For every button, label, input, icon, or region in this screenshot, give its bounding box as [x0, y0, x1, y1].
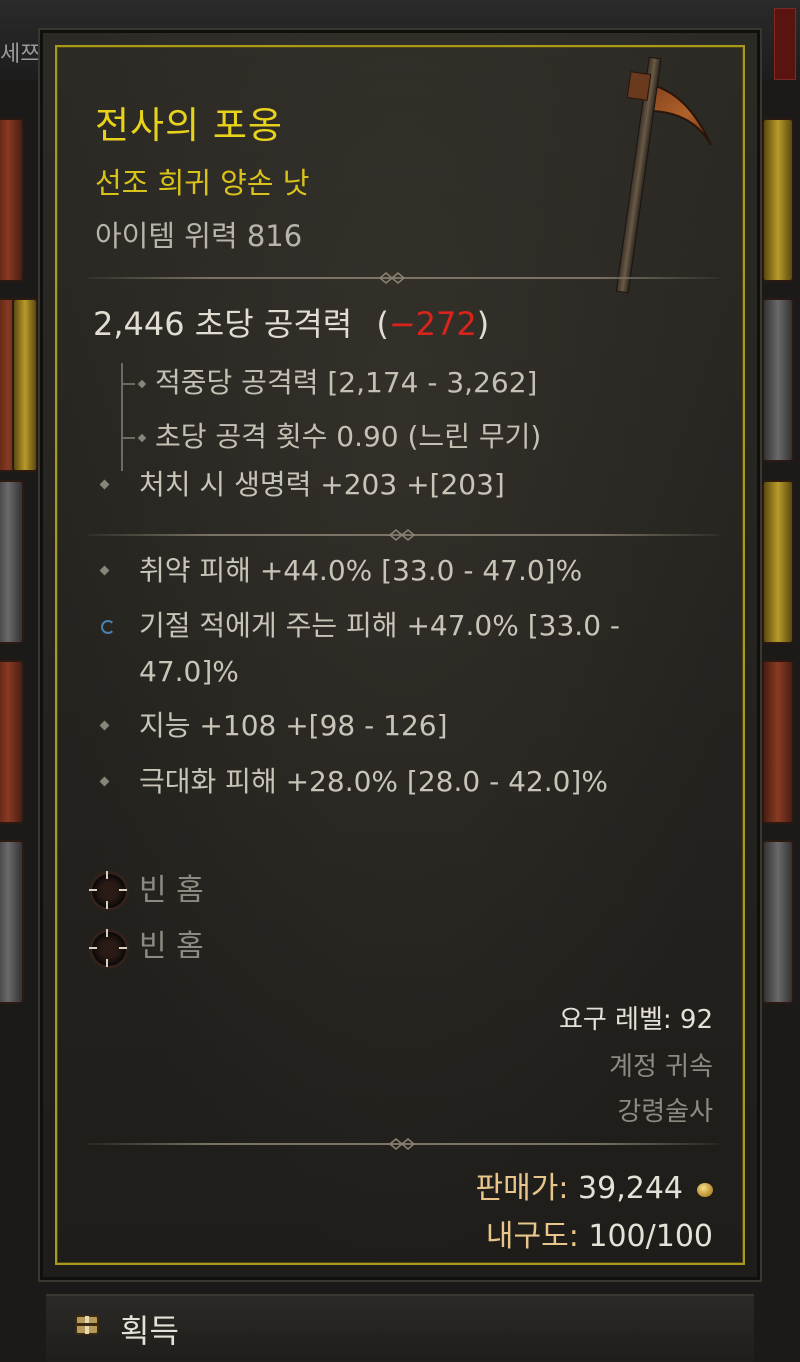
inventory-slot[interactable]	[0, 118, 24, 282]
divider-ornament-icon	[378, 272, 406, 284]
empty-socket-icon	[89, 871, 129, 911]
durability-label: 내구도:	[485, 1219, 579, 1254]
inventory-slot[interactable]	[762, 298, 794, 462]
inventory-slot[interactable]	[12, 298, 38, 472]
required-level: 요구 레벨: 92	[558, 1005, 713, 1035]
inventory-slot[interactable]	[0, 840, 24, 1004]
dps-value: 2,446 초당 공격력	[93, 305, 353, 343]
diamond-bullet-icon	[99, 565, 110, 576]
sub-stat-damage-per-hit: 적중당 공격력 [2,174 - 3,262]	[121, 361, 537, 401]
inventory-slot[interactable]	[0, 660, 24, 824]
affix-stunned-damage: 기절 적에게 주는 피해 +47.0% [33.0 - 47.0]%	[101, 603, 641, 695]
class-requirement: 강령술사	[617, 1097, 713, 1127]
diamond-bullet-icon	[99, 479, 110, 490]
inventory-slot[interactable]	[762, 660, 794, 824]
empty-socket-icon	[89, 929, 129, 969]
implicit-stat: 처치 시 생명력 +203 +[203]	[99, 462, 701, 508]
scythe-icon	[615, 56, 712, 293]
diamond-bullet-icon	[137, 433, 147, 443]
dps-paren-open: (	[376, 305, 389, 343]
acquisition-label: 획득	[120, 1312, 179, 1350]
inventory-slot[interactable]	[0, 480, 24, 644]
sub-stat-attacks-per-second: 초당 공격 횟수 0.90 (느린 무기)	[121, 415, 541, 455]
dps-delta: −272	[388, 305, 477, 343]
reroll-icon	[101, 620, 115, 634]
item-name: 전사의 포옹	[95, 104, 283, 147]
section-divider	[87, 271, 719, 285]
inventory-slot[interactable]	[762, 118, 794, 282]
sell-price-value: 39,244	[578, 1171, 683, 1206]
acquisition-bar[interactable]: 획득	[46, 1294, 754, 1362]
durability-value: 100/100	[588, 1219, 713, 1254]
section-divider	[87, 1137, 719, 1151]
affix-vulnerable-damage: 취약 피해 +44.0% [33.0 - 47.0]%	[99, 548, 701, 594]
side-tab[interactable]	[774, 8, 796, 80]
sell-price: 판매가: 39,244	[476, 1163, 713, 1207]
socket-label: 빈 홈	[139, 929, 204, 964]
dps-paren-close: )	[476, 305, 490, 343]
account-bound: 계정 귀속	[609, 1052, 713, 1082]
diamond-bullet-icon	[99, 720, 110, 731]
affix-critical-damage: 극대화 피해 +28.0% [28.0 - 42.0]%	[99, 759, 621, 805]
inventory-slot[interactable]	[762, 480, 794, 644]
item-type: 선조 희귀 양손 낫	[95, 166, 310, 200]
item-tooltip: 전사의 포옹 선조 희귀 양손 낫 아이템 위력 816 2,446 초당 공격…	[38, 28, 762, 1282]
inventory-title-fragment: 세쯔	[0, 42, 41, 67]
dps-line: 2,446 초당 공격력 (−272)	[93, 299, 489, 345]
item-power: 아이템 위력 816	[95, 219, 303, 253]
socket-label: 빈 홈	[139, 873, 204, 908]
section-divider	[87, 528, 719, 542]
divider-ornament-icon	[388, 1138, 416, 1150]
diamond-bullet-icon	[99, 776, 110, 787]
durability: 내구도: 100/100	[486, 1211, 713, 1255]
chest-icon	[75, 1315, 99, 1335]
gold-coin-icon	[697, 1182, 713, 1197]
sell-price-label: 판매가:	[475, 1171, 569, 1206]
diamond-bullet-icon	[137, 379, 147, 389]
inventory-slot[interactable]	[762, 840, 794, 1004]
divider-ornament-icon	[388, 529, 416, 541]
affix-intelligence: 지능 +108 +[98 - 126]	[99, 703, 701, 749]
